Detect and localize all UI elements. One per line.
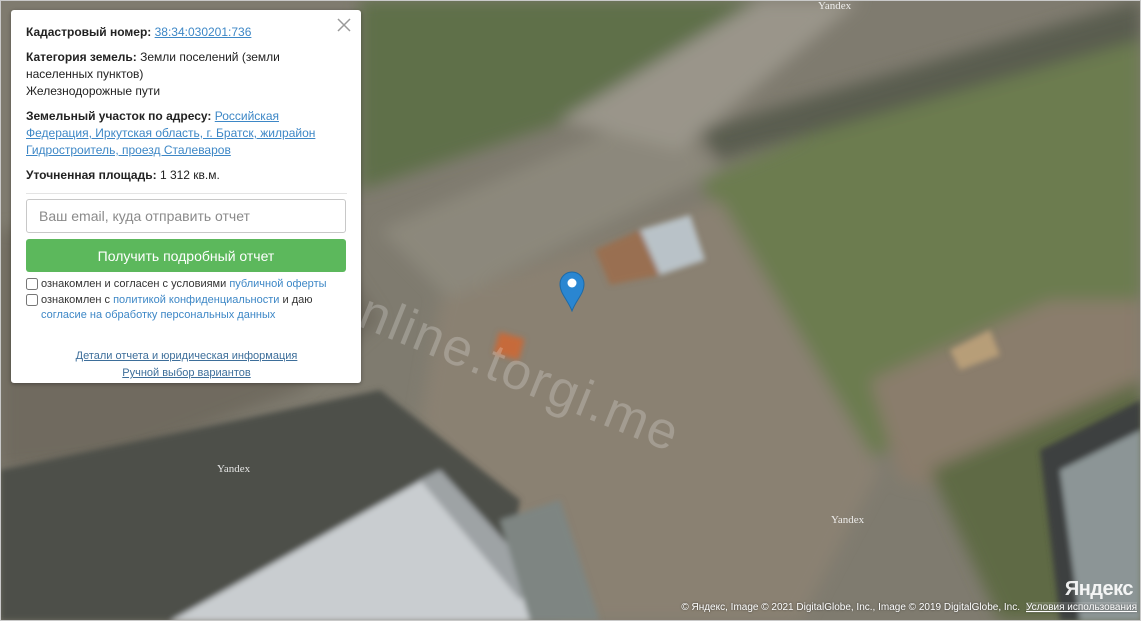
personal-data-consent-link[interactable]: согласие на обработку персональных данны… [41, 309, 275, 321]
tile-label: Yandex [217, 463, 251, 475]
yandex-logo: Яндекс [1064, 578, 1134, 600]
privacy-policy-link[interactable]: политикой конфиденциальности [113, 294, 279, 306]
privacy-consent-checkbox[interactable] [26, 294, 38, 306]
land-use-value: Железнодорожные пути [26, 84, 161, 98]
land-category-row: Категория земель: Земли поселений (земли… [26, 49, 347, 100]
close-icon[interactable] [335, 16, 353, 34]
get-report-button[interactable]: Получить подробный отчет [26, 239, 346, 272]
land-category-label: Категория земель: [26, 50, 137, 64]
divider [26, 193, 347, 194]
parcel-info-panel: Кадастровый номер: 38:34:030201:736 Кате… [11, 10, 361, 383]
tile-label: Yandex [818, 0, 852, 12]
manual-selection-link[interactable]: Ручной выбор вариантов [122, 367, 250, 379]
offer-consent-text: ознакомлен и согласен с условиями публич… [41, 277, 327, 292]
offer-consent-row: ознакомлен и согласен с условиями публич… [26, 277, 347, 292]
privacy-consent-text: ознакомлен с политикой конфиденциальност… [41, 293, 347, 323]
cadastral-number-link[interactable]: 38:34:030201:736 [155, 25, 252, 39]
map-marker-icon[interactable] [558, 270, 586, 312]
report-details-link[interactable]: Детали отчета и юридическая информация [76, 350, 298, 362]
area-value: 1 312 кв.м. [159, 168, 220, 182]
public-offer-link[interactable]: публичной оферты [229, 278, 326, 290]
offer-consent-label: ознакомлен и согласен с условиями [41, 278, 227, 290]
privacy-consent-label: ознакомлен с [41, 294, 111, 306]
privacy-consent-row: ознакомлен с политикой конфиденциальност… [26, 293, 347, 323]
email-input[interactable] [26, 199, 346, 233]
cadastral-label: Кадастровый номер: [26, 25, 152, 39]
map-copyright: © Яндекс, Image © 2021 DigitalGlobe, Inc… [681, 602, 1137, 613]
area-label: Уточненная площадь: [26, 168, 157, 182]
offer-consent-checkbox[interactable] [26, 278, 38, 290]
address-label: Земельный участок по адресу: [26, 109, 212, 123]
tile-label: Yandex [831, 514, 865, 526]
address-row: Земельный участок по адресу: Российская … [26, 108, 347, 159]
terms-of-use-link[interactable]: Условия использования [1026, 602, 1137, 613]
copyright-text: © Яндекс, Image © 2021 DigitalGlobe, Inc… [681, 602, 1020, 613]
cadastral-number-row: Кадастровый номер: 38:34:030201:736 [26, 24, 347, 41]
area-row: Уточненная площадь: 1 312 кв.м. [26, 167, 347, 184]
footer-links: Детали отчета и юридическая информация Р… [26, 348, 347, 382]
privacy-consent-middle: и даю [282, 294, 313, 306]
